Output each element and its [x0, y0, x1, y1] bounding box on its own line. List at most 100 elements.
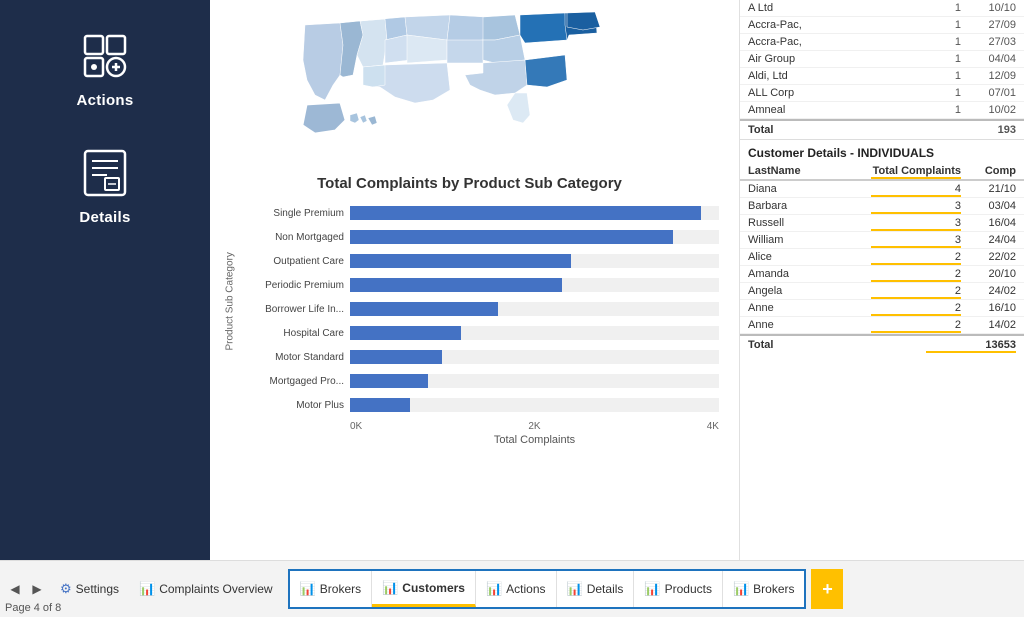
chart-title: Total Complaints by Product Sub Category [220, 175, 719, 192]
tab-details-3[interactable]: 📊 Details [557, 571, 635, 607]
company-date: 04/04 [961, 53, 1016, 65]
actions-icon [77, 28, 133, 84]
ind-comp: 24/02 [961, 285, 1016, 297]
tab-icon-0: 📊 [300, 581, 316, 597]
ind-comp: 14/02 [961, 319, 1016, 331]
tab-actions-2[interactable]: 📊 Actions [476, 571, 557, 607]
individuals-table: Customer Details - INDIVIDUALS LastName … [740, 139, 1024, 560]
tab-icon-3: 📊 [567, 581, 583, 597]
ind-complaints: 4 [871, 183, 961, 195]
map-area [210, 0, 739, 170]
x-tick: 2K [528, 421, 540, 432]
company-name: A Ltd [748, 2, 931, 14]
ind-name: Diana [748, 183, 871, 195]
y-axis-label: Product Sub Category [225, 270, 236, 350]
company-date: 12/09 [961, 70, 1016, 82]
ind-name: William [748, 234, 871, 246]
bar-track [350, 326, 719, 340]
nav-next-arrow[interactable]: ▶ [27, 579, 47, 599]
bottom-bar: Page 4 of 8 ◀ ▶ ⚙ Settings 📊 Complaints … [0, 560, 1024, 617]
ind-complaints: 3 [871, 234, 961, 246]
bar-track [350, 398, 719, 412]
ind-row: Anne 2 16/10 [740, 300, 1024, 317]
chart-body: Single Premium Non Mortgaged Outpatient Ca… [240, 202, 719, 418]
bar-fill [350, 398, 410, 412]
sidebar-item-actions[interactable]: Actions [0, 10, 210, 127]
bar-label: Borrower Life In... [240, 304, 350, 315]
individuals-section-title: Customer Details - INDIVIDUALS [740, 139, 1024, 163]
company-total-label: Total [748, 124, 986, 136]
company-count: 1 [931, 104, 961, 116]
right-panel: A Ltd 1 10/10 Accra-Pac, 1 27/09 Accra-P… [739, 0, 1024, 560]
bar-label: Motor Standard [240, 352, 350, 363]
table-row: A Ltd 1 10/10 [740, 0, 1024, 17]
ind-row: Anne 2 14/02 [740, 317, 1024, 334]
tab-products-4[interactable]: 📊 Products [634, 571, 723, 607]
bar-track [350, 254, 719, 268]
bar-fill [350, 326, 461, 340]
bar-label: Non Mortgaged [240, 232, 350, 243]
ind-complaints: 2 [871, 285, 961, 297]
ind-complaints: 2 [871, 268, 961, 280]
settings-tab-label: Settings [76, 582, 119, 596]
tab-customers-1[interactable]: 📊 Customers [372, 571, 476, 607]
bar-row: Mortgaged Pro... [240, 370, 719, 392]
bar-label: Single Premium [240, 208, 350, 219]
bar-row: Non Mortgaged [240, 226, 719, 248]
sidebar: Actions Details [0, 0, 210, 560]
ind-comp: 16/04 [961, 217, 1016, 229]
page-info: Page 4 of 8 [5, 602, 61, 614]
bar-row: Motor Standard [240, 346, 719, 368]
nav-prev-arrow[interactable]: ◀ [5, 579, 25, 599]
ind-comp: 16/10 [961, 302, 1016, 314]
bar-track [350, 350, 719, 364]
ind-row: Barbara 3 03/04 [740, 198, 1024, 215]
tab-label-4: Products [665, 582, 712, 596]
settings-tab-icon: ⚙ [60, 581, 72, 597]
tab-complaints-overview[interactable]: 📊 Complaints Overview [129, 573, 283, 605]
company-name: Air Group [748, 53, 931, 65]
chart-axes: Product Sub Category Single Premium Non M… [220, 202, 719, 418]
company-count: 1 [931, 53, 961, 65]
company-count: 1 [931, 36, 961, 48]
tab-label-0: Brokers [320, 582, 361, 596]
company-date: 10/02 [961, 104, 1016, 116]
ind-row: Russell 3 16/04 [740, 215, 1024, 232]
tab-label-2: Actions [506, 582, 545, 596]
ind-col-comp-header: Comp [961, 165, 1016, 177]
ind-col-name-header: LastName [748, 165, 871, 177]
bar-row: Borrower Life In... [240, 298, 719, 320]
ind-comp: 22/02 [961, 251, 1016, 263]
bar-fill [350, 278, 562, 292]
ind-total-row: Total 13653 [740, 334, 1024, 354]
bar-fill [350, 374, 428, 388]
tab-settings[interactable]: ⚙ Settings [52, 573, 129, 605]
y-axis-container: Product Sub Category [220, 202, 240, 418]
ind-table-header: LastName Total Complaints Comp [740, 163, 1024, 181]
company-name: ALL Corp [748, 87, 931, 99]
ind-complaints: 3 [871, 200, 961, 212]
ind-total-label: Total [748, 339, 926, 351]
details-icon [77, 145, 133, 201]
add-tab-button[interactable]: + [811, 569, 843, 609]
table-row: Accra-Pac, 1 27/03 [740, 34, 1024, 51]
sidebar-actions-label: Actions [76, 92, 133, 109]
sidebar-item-details[interactable]: Details [0, 127, 210, 244]
table-row: Air Group 1 04/04 [740, 51, 1024, 68]
tab-brokers-5[interactable]: 📊 Brokers [723, 571, 805, 607]
sidebar-details-label: Details [79, 209, 130, 226]
bar-row: Single Premium [240, 202, 719, 224]
company-date: 27/03 [961, 36, 1016, 48]
ind-name: Amanda [748, 268, 871, 280]
bar-fill [350, 206, 701, 220]
company-count: 1 [931, 87, 961, 99]
x-axis-area: 0K2K4K Total Complaints [350, 418, 719, 446]
bar-row: Hospital Care [240, 322, 719, 344]
tab-brokers-0[interactable]: 📊 Brokers [290, 571, 373, 607]
complaints-tab-icon: 📊 [139, 581, 155, 597]
ind-name: Russell [748, 217, 871, 229]
ind-row: William 3 24/04 [740, 232, 1024, 249]
bar-label: Outpatient Care [240, 256, 350, 267]
chart-section: Total Complaints by Product Sub Category… [210, 170, 739, 560]
bar-track [350, 278, 719, 292]
